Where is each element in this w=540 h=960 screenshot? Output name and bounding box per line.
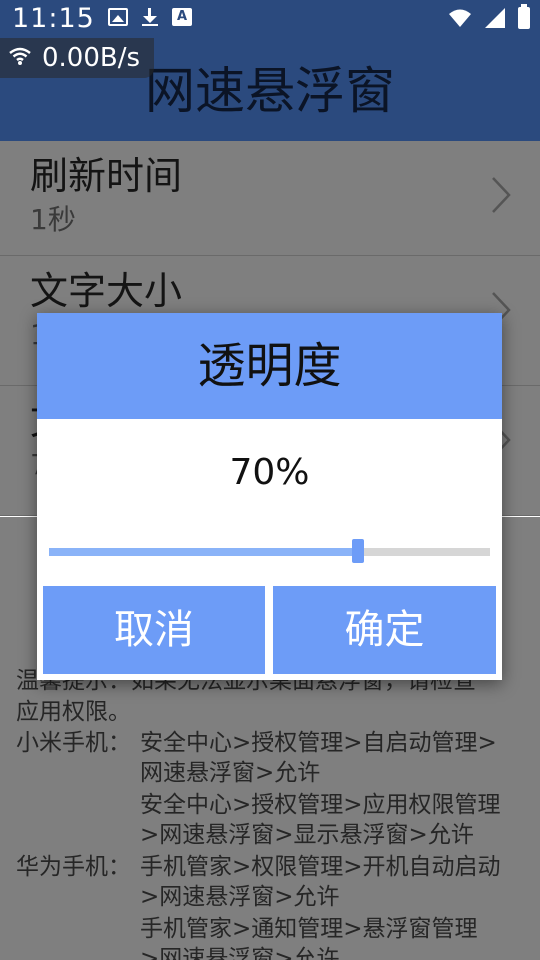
download-icon bbox=[140, 8, 160, 26]
app-a-icon: A bbox=[172, 8, 192, 26]
dialog-header: 透明度 bbox=[37, 313, 502, 419]
cancel-button[interactable]: 取消 bbox=[43, 586, 265, 674]
transparency-slider[interactable] bbox=[49, 539, 490, 565]
dialog-title: 透明度 bbox=[197, 338, 342, 394]
notification-icons: A bbox=[108, 8, 192, 26]
transparency-value: 70% bbox=[229, 452, 310, 493]
wifi-icon bbox=[9, 47, 31, 65]
status-time: 11:15 bbox=[12, 3, 95, 34]
signal-icon bbox=[485, 8, 505, 28]
wifi-icon bbox=[449, 9, 471, 27]
speed-text: 0.00B/s bbox=[42, 43, 141, 73]
image-icon bbox=[108, 8, 128, 26]
status-bar: 11:15 A bbox=[0, 0, 540, 36]
confirm-button[interactable]: 确定 bbox=[273, 586, 496, 674]
slider-fill bbox=[49, 548, 358, 556]
battery-icon bbox=[518, 4, 530, 29]
transparency-dialog: 透明度 70% 取消 确定 bbox=[37, 313, 502, 680]
speed-float-window[interactable]: 0.00B/s bbox=[0, 38, 154, 78]
slider-thumb[interactable] bbox=[352, 539, 364, 563]
system-icons bbox=[448, 4, 530, 29]
